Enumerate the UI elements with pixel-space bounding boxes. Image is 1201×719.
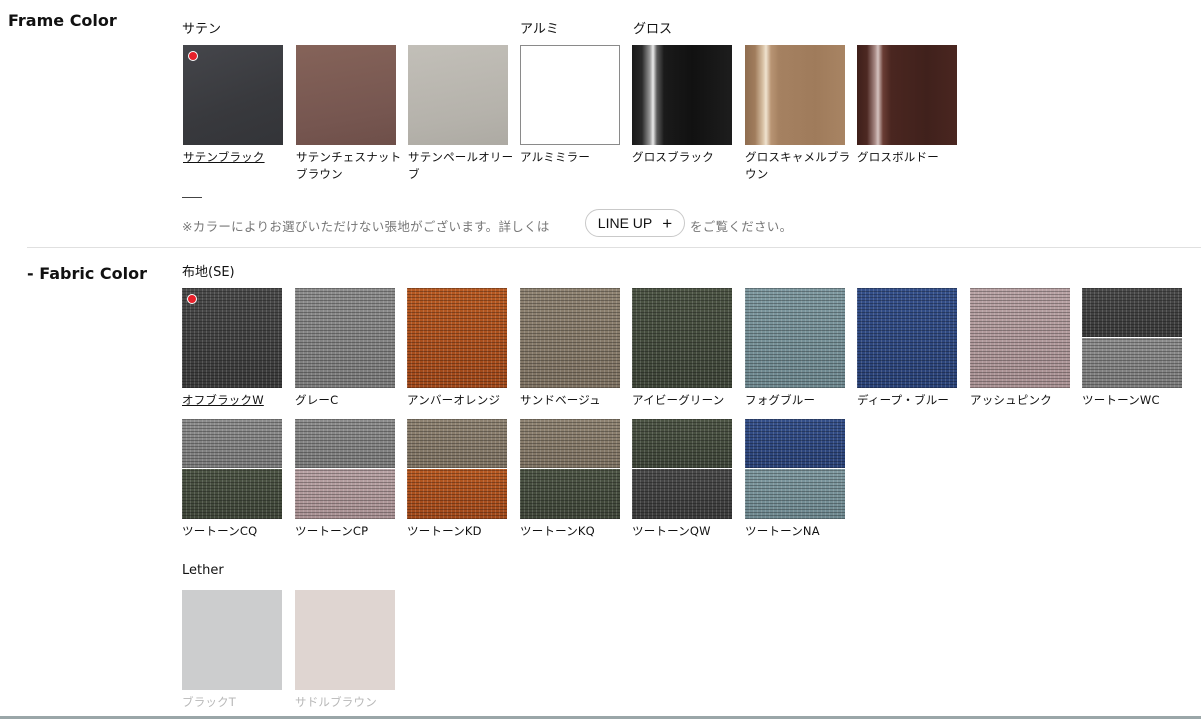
satin-black-image [183, 45, 283, 145]
fabric-texture-image [745, 469, 845, 519]
fabric-swatch-two-tone-qw[interactable]: ツートーンQW [632, 419, 732, 538]
fabric-texture-image [520, 288, 620, 388]
selected-indicator-icon [187, 294, 197, 304]
group-label-leather: Lether [182, 563, 224, 578]
alumi-mirror-image [520, 45, 620, 145]
fabric-swatch-label: ツートーンKQ [520, 524, 595, 538]
fabric-swatch-two-tone-cq[interactable]: ツートーンCQ [182, 419, 282, 538]
fabric-texture-image [632, 419, 732, 468]
fabric-swatch-label: アンバーオレンジ [407, 393, 501, 407]
fabric-swatch-off-black-w[interactable]: オフブラックW [182, 288, 282, 407]
leather-black-t-image [182, 590, 282, 690]
fabric-swatch-two-tone-kd[interactable]: ツートーンKD [407, 419, 507, 538]
leather-saddle-brown-image [295, 590, 395, 690]
fabric-swatch-label: ツートーンWC [1082, 393, 1160, 407]
fabric-swatch-label: アッシュピンク [970, 393, 1052, 407]
leather-swatch-label: ブラックT [182, 695, 237, 709]
frame-swatch-gloss-black[interactable]: グロスブラック [632, 45, 732, 164]
fabric-texture-image [295, 469, 395, 519]
fabric-texture-image [632, 469, 732, 519]
fabric-texture-image [970, 288, 1070, 388]
fabric-swatch-label: ツートーンCP [295, 524, 369, 538]
frame-color-title: Frame Color [8, 11, 117, 30]
fabric-swatch-two-tone-cp[interactable]: ツートーンCP [295, 419, 395, 538]
group-label-satin: サテン [182, 22, 222, 37]
group-label-alumi: アルミ [520, 22, 559, 37]
frame-swatch-label: グロスボルドー [857, 150, 939, 164]
satin-chestnut-brown-image [296, 45, 396, 145]
fabric-swatch-deep-blue[interactable]: ディープ・ブルー [857, 288, 957, 407]
fabric-swatch-label: アイビーグリーン [632, 393, 725, 407]
group-label-gloss: グロス [633, 22, 673, 37]
fabric-texture-image [182, 288, 282, 388]
fabric-texture-image [520, 469, 620, 519]
frame-swatch-satin-chestnut-brown[interactable]: サテンチェスナットブラウン [296, 45, 401, 181]
fabric-texture-image [407, 469, 507, 519]
frame-swatch-label: サテンブラック [183, 150, 265, 164]
fabric-swatch-two-tone-kq[interactable]: ツートーンKQ [520, 419, 620, 538]
frame-swatch-label: グロスブラック [632, 150, 714, 164]
frame-swatch-label: サテンチェスナットブラウン [296, 150, 402, 181]
fabric-texture-image [407, 288, 507, 388]
fabric-texture-image [407, 419, 507, 468]
lineup-button[interactable]: LINE UP + [585, 209, 685, 237]
fabric-texture-image [632, 288, 732, 388]
fabric-swatch-gray-c[interactable]: グレーC [295, 288, 395, 407]
separator-dash [182, 197, 202, 198]
frame-swatch-label: グロスキャメルブラウン [745, 150, 851, 181]
gloss-black-image [632, 45, 732, 145]
fabric-texture-image [295, 419, 395, 468]
fabric-swatch-label: ツートーンQW [632, 524, 711, 538]
fabric-swatch-ivy-green[interactable]: アイビーグリーン [632, 288, 732, 407]
fabric-swatch-label: フォグブルー [745, 393, 816, 407]
selected-indicator-icon [188, 51, 198, 61]
leather-swatch-black-t[interactable]: ブラックT [182, 590, 282, 709]
leather-swatch-saddle-brown[interactable]: サドルブラウン [295, 590, 395, 709]
availability-note: ※カラーによりお選びいただけない張地がございます。詳しくは [182, 219, 550, 234]
fabric-swatch-label: オフブラックW [182, 393, 264, 407]
fabric-texture-image [745, 288, 845, 388]
frame-swatch-satin-pale-olive[interactable]: サテンペールオリーブ [408, 45, 513, 181]
fabric-texture-image [1082, 338, 1182, 388]
gloss-bordeaux-image [857, 45, 957, 145]
fabric-swatch-label: ツートーンNA [745, 524, 820, 538]
group-label-fabric-se: 布地(SE) [182, 265, 235, 280]
satin-pale-olive-image [408, 45, 508, 145]
fabric-swatch-fog-blue[interactable]: フォグブルー [745, 288, 845, 407]
leather-swatch-label: サドルブラウン [295, 695, 377, 709]
fabric-swatch-two-tone-wc[interactable]: ツートーンWC [1082, 288, 1182, 407]
frame-swatch-gloss-bordeaux[interactable]: グロスボルドー [857, 45, 957, 164]
fabric-swatch-label: グレーC [295, 393, 339, 407]
frame-swatch-label: サテンペールオリーブ [408, 150, 514, 181]
fabric-swatch-sand-beige[interactable]: サンドベージュ [520, 288, 620, 407]
fabric-swatch-two-tone-na[interactable]: ツートーンNA [745, 419, 845, 538]
fabric-texture-image [182, 469, 282, 519]
fabric-swatch-amber-orange[interactable]: アンバーオレンジ [407, 288, 507, 407]
fabric-swatch-label: ツートーンCQ [182, 524, 258, 538]
fabric-swatch-label: ディープ・ブルー [857, 393, 950, 407]
availability-note-suffix: をご覧ください。 [690, 219, 793, 234]
gloss-camel-brown-image [745, 45, 845, 145]
frame-swatch-alumi-mirror[interactable]: アルミミラー [520, 45, 620, 164]
fabric-swatch-ash-pink[interactable]: アッシュピンク [970, 288, 1070, 407]
fabric-texture-image [745, 419, 845, 468]
lineup-button-label: LINE UP [597, 215, 653, 231]
plus-icon: + [662, 213, 673, 233]
fabric-texture-image [295, 288, 395, 388]
fabric-texture-image [520, 419, 620, 468]
frame-swatch-gloss-camel-brown[interactable]: グロスキャメルブラウン [745, 45, 850, 181]
frame-swatch-label: アルミミラー [520, 150, 591, 164]
fabric-color-title: - Fabric Color [27, 264, 147, 283]
section-divider [27, 247, 1201, 248]
frame-swatch-satin-black[interactable]: サテンブラック [183, 45, 283, 164]
fabric-swatch-label: ツートーンKD [407, 524, 482, 538]
fabric-texture-image [182, 419, 282, 468]
fabric-swatch-label: サンドベージュ [520, 393, 601, 407]
fabric-texture-image [857, 288, 957, 388]
fabric-texture-image [1082, 288, 1182, 337]
